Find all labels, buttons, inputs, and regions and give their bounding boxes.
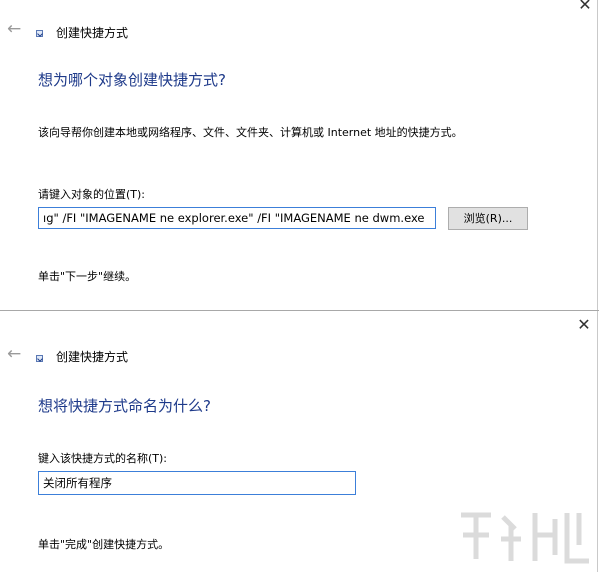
wizard-title: 创建快捷方式 (56, 26, 129, 40)
shortcut-wizard-window-location: ✕ ← 创建快捷方式 想为哪个对象创建快捷方式? 该向导帮你创建本地或网络程序、… (0, 0, 599, 311)
window-edge (597, 0, 598, 310)
shortcut-wizard-icon (36, 355, 43, 362)
shortcut-name-input[interactable]: 关闭所有程序 (38, 471, 356, 495)
wizard-description: 该向导帮你创建本地或网络程序、文件、文件夹、计算机或 Internet 地址的快… (38, 126, 463, 139)
footer-hint: 单击"下一步"继续。 (38, 270, 137, 283)
wizard-title: 创建快捷方式 (56, 350, 129, 364)
window-edge (597, 311, 598, 572)
back-arrow-icon[interactable]: ← (7, 19, 21, 39)
watermark-logo (461, 512, 589, 564)
page-heading: 想将快捷方式命名为什么? (38, 397, 211, 415)
footer-hint: 单击"完成"创建快捷方式。 (38, 538, 170, 551)
page-heading: 想为哪个对象创建快捷方式? (38, 71, 226, 89)
close-icon[interactable]: ✕ (573, 314, 595, 336)
location-input[interactable]: ıg" /FI "IMAGENAME ne explorer.exe" /FI … (38, 207, 436, 229)
browse-button[interactable]: 浏览(R)... (448, 207, 528, 230)
name-label: 键入该快捷方式的名称(T): (38, 452, 168, 465)
close-icon[interactable]: ✕ (574, 0, 596, 16)
shortcut-wizard-icon (36, 30, 43, 37)
back-arrow-icon[interactable]: ← (7, 344, 21, 364)
location-label: 请键入对象的位置(T): (38, 188, 146, 201)
